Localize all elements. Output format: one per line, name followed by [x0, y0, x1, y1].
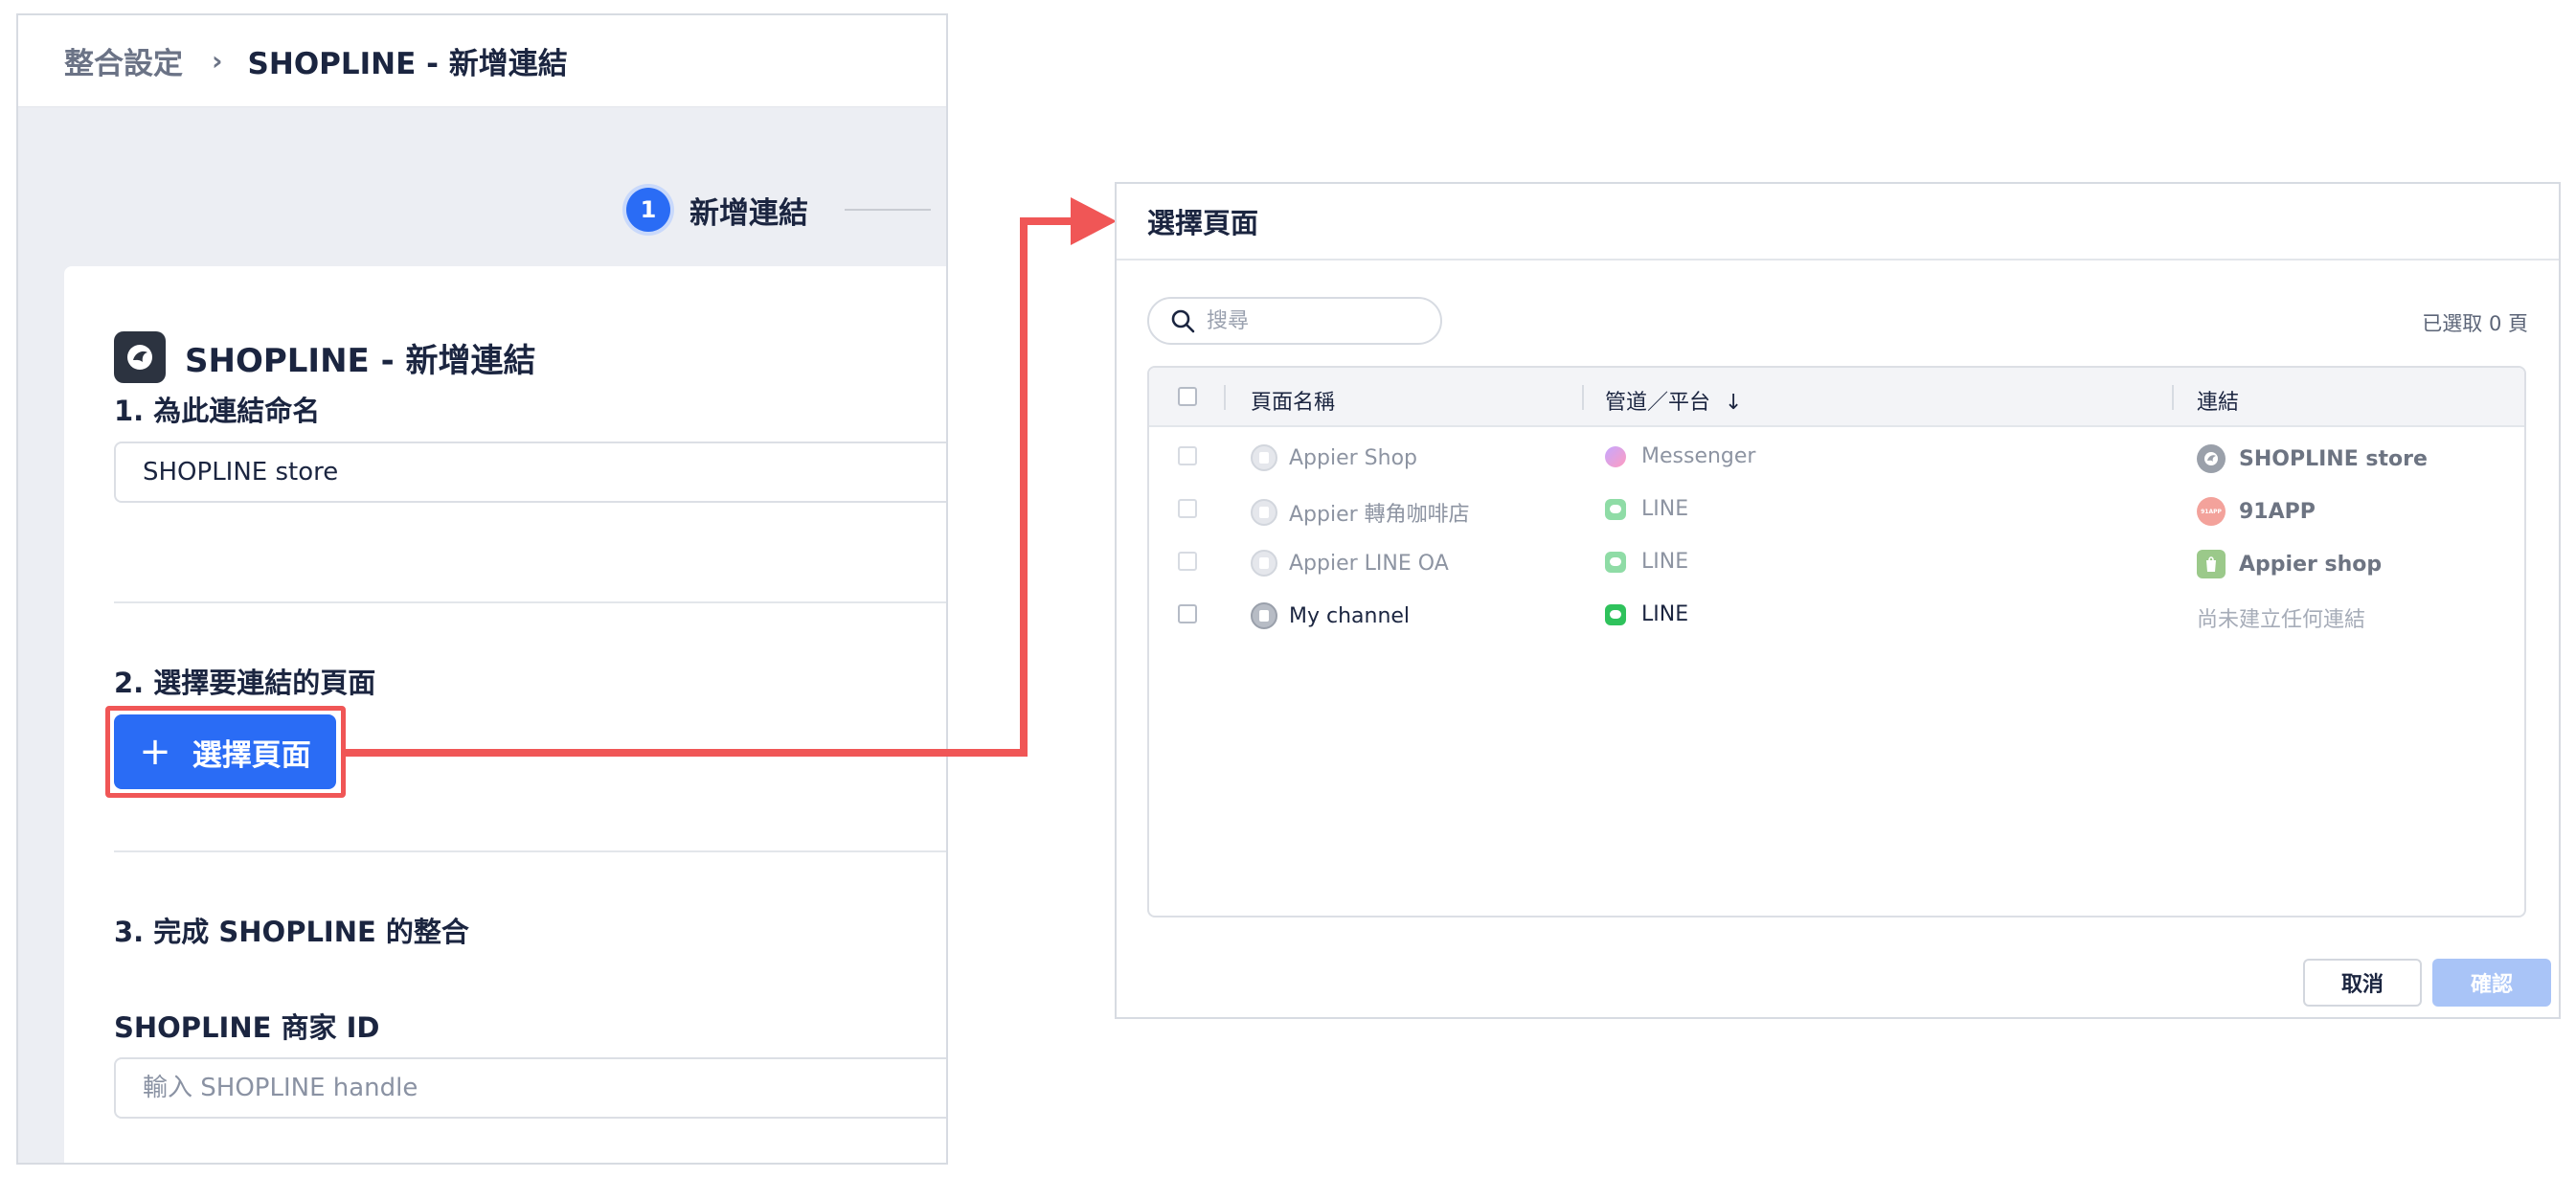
line-icon: [1605, 603, 1626, 625]
plus-icon: +: [139, 730, 171, 774]
step-label: 新增連結: [689, 195, 808, 231]
sort-arrow-down-icon: ↓: [1725, 391, 1743, 415]
stepper: 1 新增連結: [626, 188, 931, 232]
page-name: Appier 轉角咖啡店: [1289, 503, 1470, 527]
page-avatar-icon: [1251, 550, 1277, 577]
link-name: Appier shop: [2239, 552, 2383, 577]
table-row: Appier 轉角咖啡店 LINE 91APP 91APP: [1149, 484, 2524, 537]
link-name: 尚未建立任何連結: [2197, 608, 2366, 632]
page-name: Appier LINE OA: [1289, 551, 1449, 576]
column-header-link: 連結: [2197, 391, 2240, 415]
select-page-button[interactable]: + 選擇頁面: [114, 714, 336, 789]
row-checkbox: [1178, 446, 1197, 465]
platform-name: Messenger: [1641, 444, 1756, 468]
breadcrumb-current: SHOPLINE - 新增連結: [247, 47, 568, 81]
search-icon: [1171, 309, 1195, 333]
dialog-title: 選擇頁面: [1117, 184, 2559, 261]
merchant-id-label: SHOPLINE 商家 ID: [114, 1011, 380, 1044]
step-connector-line: [845, 209, 931, 211]
page-avatar-icon: [1251, 602, 1277, 629]
column-separator: [2172, 385, 2174, 410]
table-header: 頁面名稱 管道／平台 ↓ 連結: [1149, 368, 2524, 427]
page-name: My channel: [1289, 603, 1411, 628]
messenger-icon: [1605, 445, 1626, 467]
breadcrumb-root-link[interactable]: 整合設定: [64, 39, 183, 82]
page-avatar-icon: [1251, 499, 1277, 526]
merchant-id-input[interactable]: [114, 1057, 946, 1119]
card-header: SHOPLINE - 新增連結: [114, 331, 536, 383]
card-title: SHOPLINE - 新增連結: [185, 341, 536, 380]
shopline-icon: [2197, 444, 2226, 473]
link-name: SHOPLINE store: [2239, 446, 2428, 471]
breadcrumb: 整合設定 › SHOPLINE - 新增連結: [18, 15, 946, 107]
table-row: Appier Shop Messenger SHOPLINE store: [1149, 431, 2524, 485]
shopline-logo-icon: [114, 331, 166, 383]
table-row[interactable]: My channel LINE 尚未建立任何連結: [1149, 589, 2524, 643]
row-checkbox[interactable]: [1178, 604, 1197, 623]
shopify-icon: [2197, 550, 2226, 578]
platform-name: LINE: [1641, 550, 1689, 574]
column-header-channel[interactable]: 管道／平台 ↓: [1605, 385, 1742, 416]
cancel-button[interactable]: 取消: [2303, 959, 2422, 1007]
page-table: 頁面名稱 管道／平台 ↓ 連結 Appier Shop Messenger SH…: [1147, 366, 2526, 917]
line-icon: [1605, 498, 1626, 520]
chevron-right-icon: ›: [212, 45, 223, 77]
select-page-dialog: 選擇頁面 已選取 0 頁 頁面名稱 管道／平台 ↓ 連結 Appier: [1115, 182, 2561, 1019]
search-box[interactable]: [1147, 297, 1442, 345]
selected-count: 已選取 0 頁: [2422, 312, 2528, 335]
search-input[interactable]: [1207, 308, 1417, 333]
select-page-button-label: 選擇頁面: [192, 737, 311, 773]
connection-name-input[interactable]: [114, 442, 946, 503]
platform-name: LINE: [1641, 602, 1689, 626]
table-row: Appier LINE OA LINE Appier shop: [1149, 536, 2524, 590]
section-name-label: 1. 為此連結命名: [114, 395, 321, 427]
row-checkbox: [1178, 499, 1197, 518]
91app-icon: 91APP: [2197, 497, 2226, 526]
section-divider: [114, 601, 946, 603]
column-separator: [1582, 385, 1584, 410]
column-header-channel-label: 管道／平台: [1605, 391, 1711, 415]
column-separator: [1224, 385, 1226, 410]
column-header-page-name[interactable]: 頁面名稱: [1251, 385, 1335, 416]
select-all-checkbox[interactable]: [1178, 387, 1197, 406]
integration-settings-panel: 整合設定 › SHOPLINE - 新增連結 1 新增連結 SHOPLINE -…: [16, 13, 948, 1165]
section-page-label: 2. 選擇要連結的頁面: [114, 667, 376, 699]
platform-name: LINE: [1641, 497, 1689, 521]
link-name: 91APP: [2239, 499, 2316, 524]
page-avatar-icon: [1251, 444, 1277, 471]
section-complete-label: 3. 完成 SHOPLINE 的整合: [114, 916, 469, 948]
step-number-badge: 1: [626, 188, 670, 232]
section-divider: [114, 850, 946, 852]
row-checkbox: [1178, 552, 1197, 571]
confirm-button[interactable]: 確認: [2432, 959, 2551, 1007]
page-name: Appier Shop: [1289, 445, 1417, 470]
line-icon: [1605, 551, 1626, 573]
